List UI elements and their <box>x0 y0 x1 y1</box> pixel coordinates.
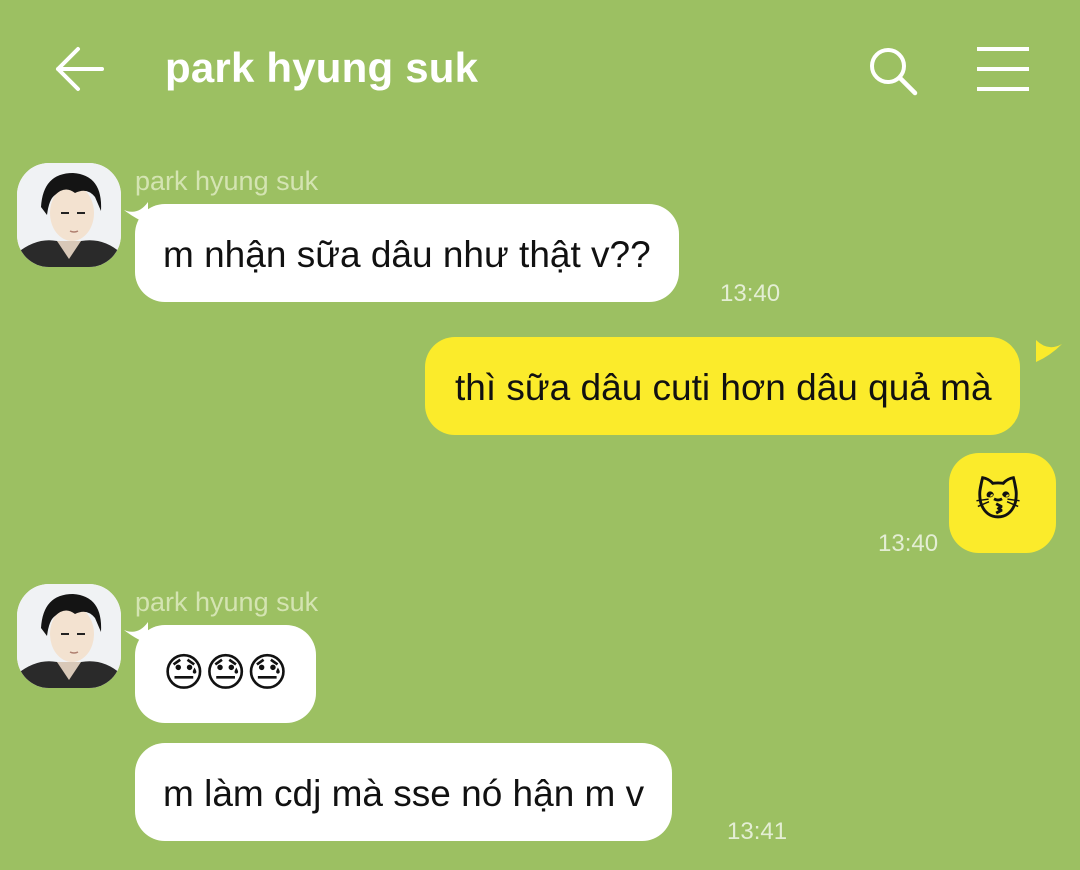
message-text: thì sữa dâu cuti hơn dâu quả mà <box>455 367 992 408</box>
message-bubble[interactable]: m làm cdj mà sse nó hận m v <box>135 743 673 841</box>
chat-header: park hyung suk <box>0 0 1080 140</box>
menu-button[interactable] <box>975 46 1031 92</box>
message-time: 13:40 <box>878 530 939 557</box>
sender-name: park hyung suk <box>135 166 319 196</box>
chat-title: park hyung suk <box>165 44 479 91</box>
message-bubble[interactable]: 😓😓😓 <box>135 625 317 723</box>
search-icon <box>870 48 918 96</box>
back-button[interactable] <box>52 44 106 94</box>
message-emoji: 😓😓😓 <box>163 650 289 696</box>
sender-name: park hyung suk <box>135 587 319 617</box>
arrow-left-icon <box>56 47 104 91</box>
search-button[interactable] <box>866 44 918 96</box>
message-bubble[interactable]: m nhận sữa dâu như thật v?? <box>135 204 679 302</box>
message-text: m nhận sữa dâu như thật v?? <box>163 234 651 275</box>
message-text: m làm cdj mà sse nó hận m v <box>163 773 645 814</box>
message-time: 13:40 <box>720 280 781 307</box>
contact-avatar[interactable] <box>17 584 121 688</box>
hamburger-menu-icon <box>977 47 1029 91</box>
contact-avatar[interactable] <box>17 163 121 267</box>
avatar-image <box>17 584 121 688</box>
avatar-image <box>17 163 121 267</box>
message-bubble-outgoing[interactable]: 😽 <box>949 453 1056 553</box>
message-bubble-outgoing[interactable]: thì sữa dâu cuti hơn dâu quả mà <box>425 337 1020 435</box>
bubble-tail <box>1036 340 1062 362</box>
message-time: 13:41 <box>727 818 788 845</box>
message-emoji: 😽 <box>975 475 1021 526</box>
